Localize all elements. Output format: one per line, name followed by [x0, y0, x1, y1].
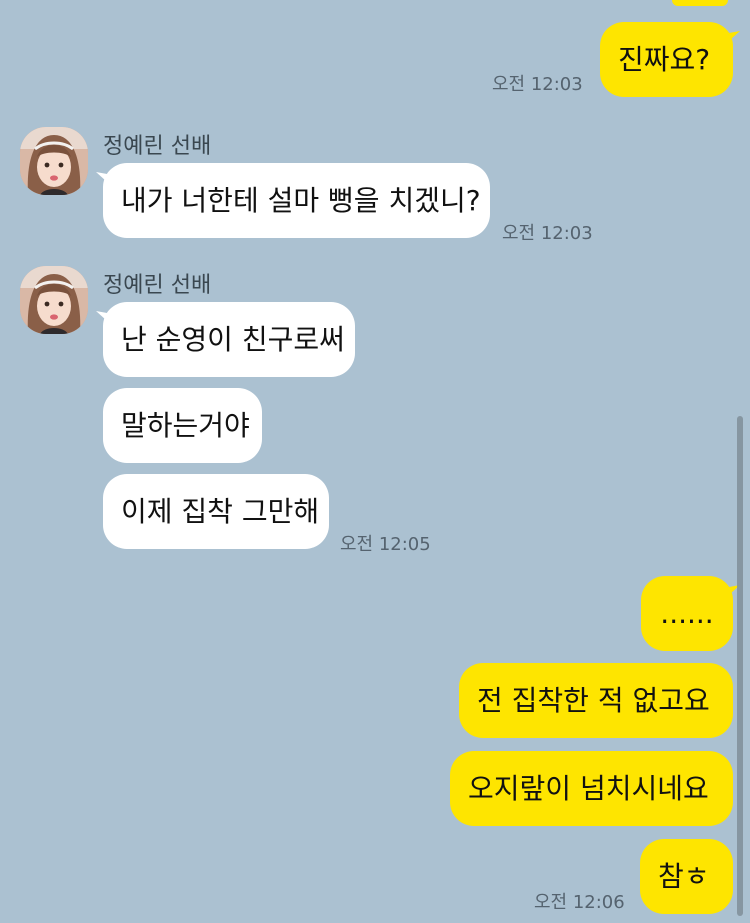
sender-name: 정예린 선배 — [103, 134, 212, 159]
message-timestamp: 오전 12:03 — [492, 74, 583, 95]
avatar-photo-icon — [20, 266, 88, 334]
message-timestamp: 오전 12:03 — [502, 223, 593, 244]
my-message-bubble[interactable]: 오지랖이 넘치시네요 — [450, 751, 733, 826]
received-message-bubble[interactable]: 난 순영이 친구로써 — [103, 302, 355, 377]
received-message-bubble[interactable]: 내가 너한테 설마 뻥을 치겠니? — [103, 163, 490, 238]
my-message-bubble[interactable]: ...... — [641, 576, 733, 651]
avatar-photo-icon — [20, 127, 88, 195]
chat-room[interactable]: 진짜요? 오전 12:03 정예린 선배 내가 너한테 설마 뻥을 치겠니? 오… — [0, 0, 750, 923]
my-message-bubble[interactable]: 참ㅎ — [640, 839, 733, 914]
received-message-bubble[interactable]: 말하는거야 — [103, 388, 262, 463]
sender-name: 정예린 선배 — [103, 273, 212, 298]
my-message-bubble[interactable]: 진짜요? — [600, 22, 733, 97]
message-timestamp: 오전 12:05 — [340, 534, 431, 555]
received-message-bubble[interactable]: 이제 집착 그만해 — [103, 474, 329, 549]
sender-avatar[interactable] — [20, 127, 88, 195]
previous-message-bubble-edge — [672, 0, 728, 6]
sender-avatar[interactable] — [20, 266, 88, 334]
scrollbar-thumb[interactable] — [737, 416, 743, 916]
message-timestamp: 오전 12:06 — [534, 892, 625, 913]
my-message-bubble[interactable]: 전 집착한 적 없고요 — [459, 663, 733, 738]
